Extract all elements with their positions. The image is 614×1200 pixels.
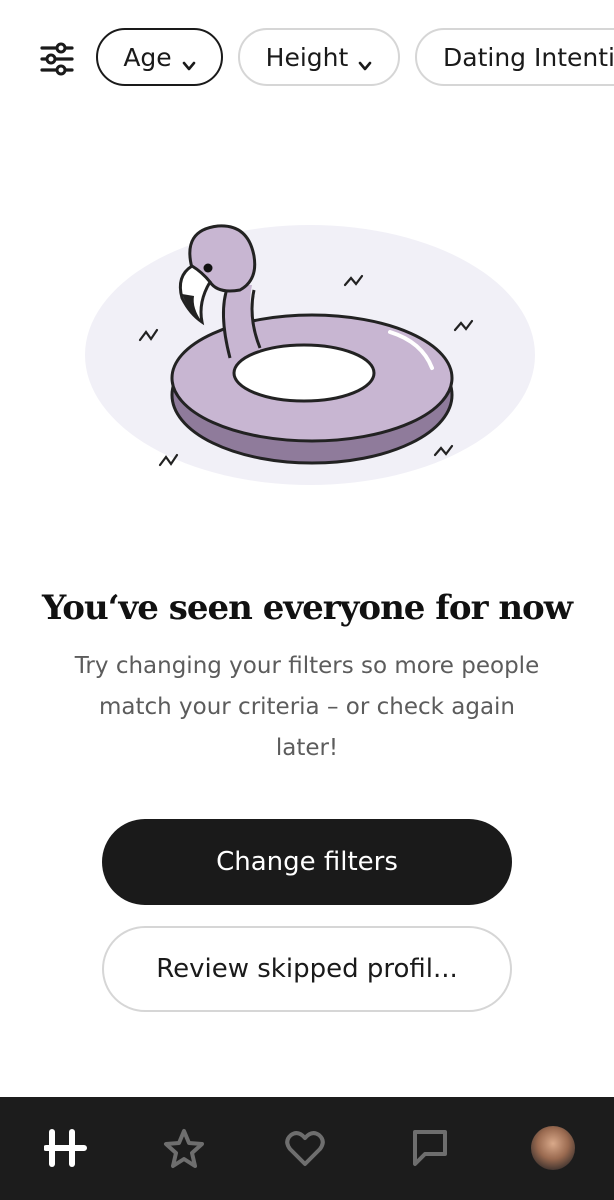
review-skipped-profiles-button[interactable]: Review skipped profil... <box>102 926 512 1012</box>
filter-chip-label: Dating Intentions <box>443 42 614 72</box>
sliders-icon[interactable] <box>40 42 74 76</box>
filter-chip-label: Height <box>265 42 349 72</box>
nav-home[interactable] <box>41 1123 91 1173</box>
chat-icon <box>413 1130 447 1166</box>
heart-icon <box>285 1131 325 1166</box>
star-icon <box>164 1129 204 1168</box>
filter-chip-age[interactable]: Age <box>96 28 223 86</box>
change-filters-button[interactable]: Change filters <box>102 819 512 905</box>
filter-chip-height[interactable]: Height <box>238 28 400 86</box>
empty-state-title: You‘ve seen everyone for now <box>41 588 573 628</box>
nav-standouts[interactable] <box>159 1123 209 1173</box>
bottom-nav <box>0 1097 614 1200</box>
flamingo-pool-float-illustration <box>70 190 550 510</box>
avatar <box>531 1126 575 1170</box>
filter-chip-label: Age <box>123 42 172 72</box>
filter-bar: Age Height Dating Intentions <box>0 0 614 118</box>
nav-profile[interactable] <box>528 1123 578 1173</box>
empty-state-message: Try changing your filters so more people… <box>74 653 540 761</box>
review-skipped-label: Review skipped profil... <box>156 954 458 984</box>
change-filters-label: Change filters <box>216 847 398 877</box>
hinge-logo-icon <box>44 1129 87 1167</box>
nav-matches[interactable] <box>404 1123 454 1173</box>
chevron-down-icon <box>182 50 196 71</box>
nav-likes[interactable] <box>280 1123 330 1173</box>
chevron-down-icon <box>358 50 372 71</box>
filter-chip-dating-intentions[interactable]: Dating Intentions <box>415 28 614 86</box>
